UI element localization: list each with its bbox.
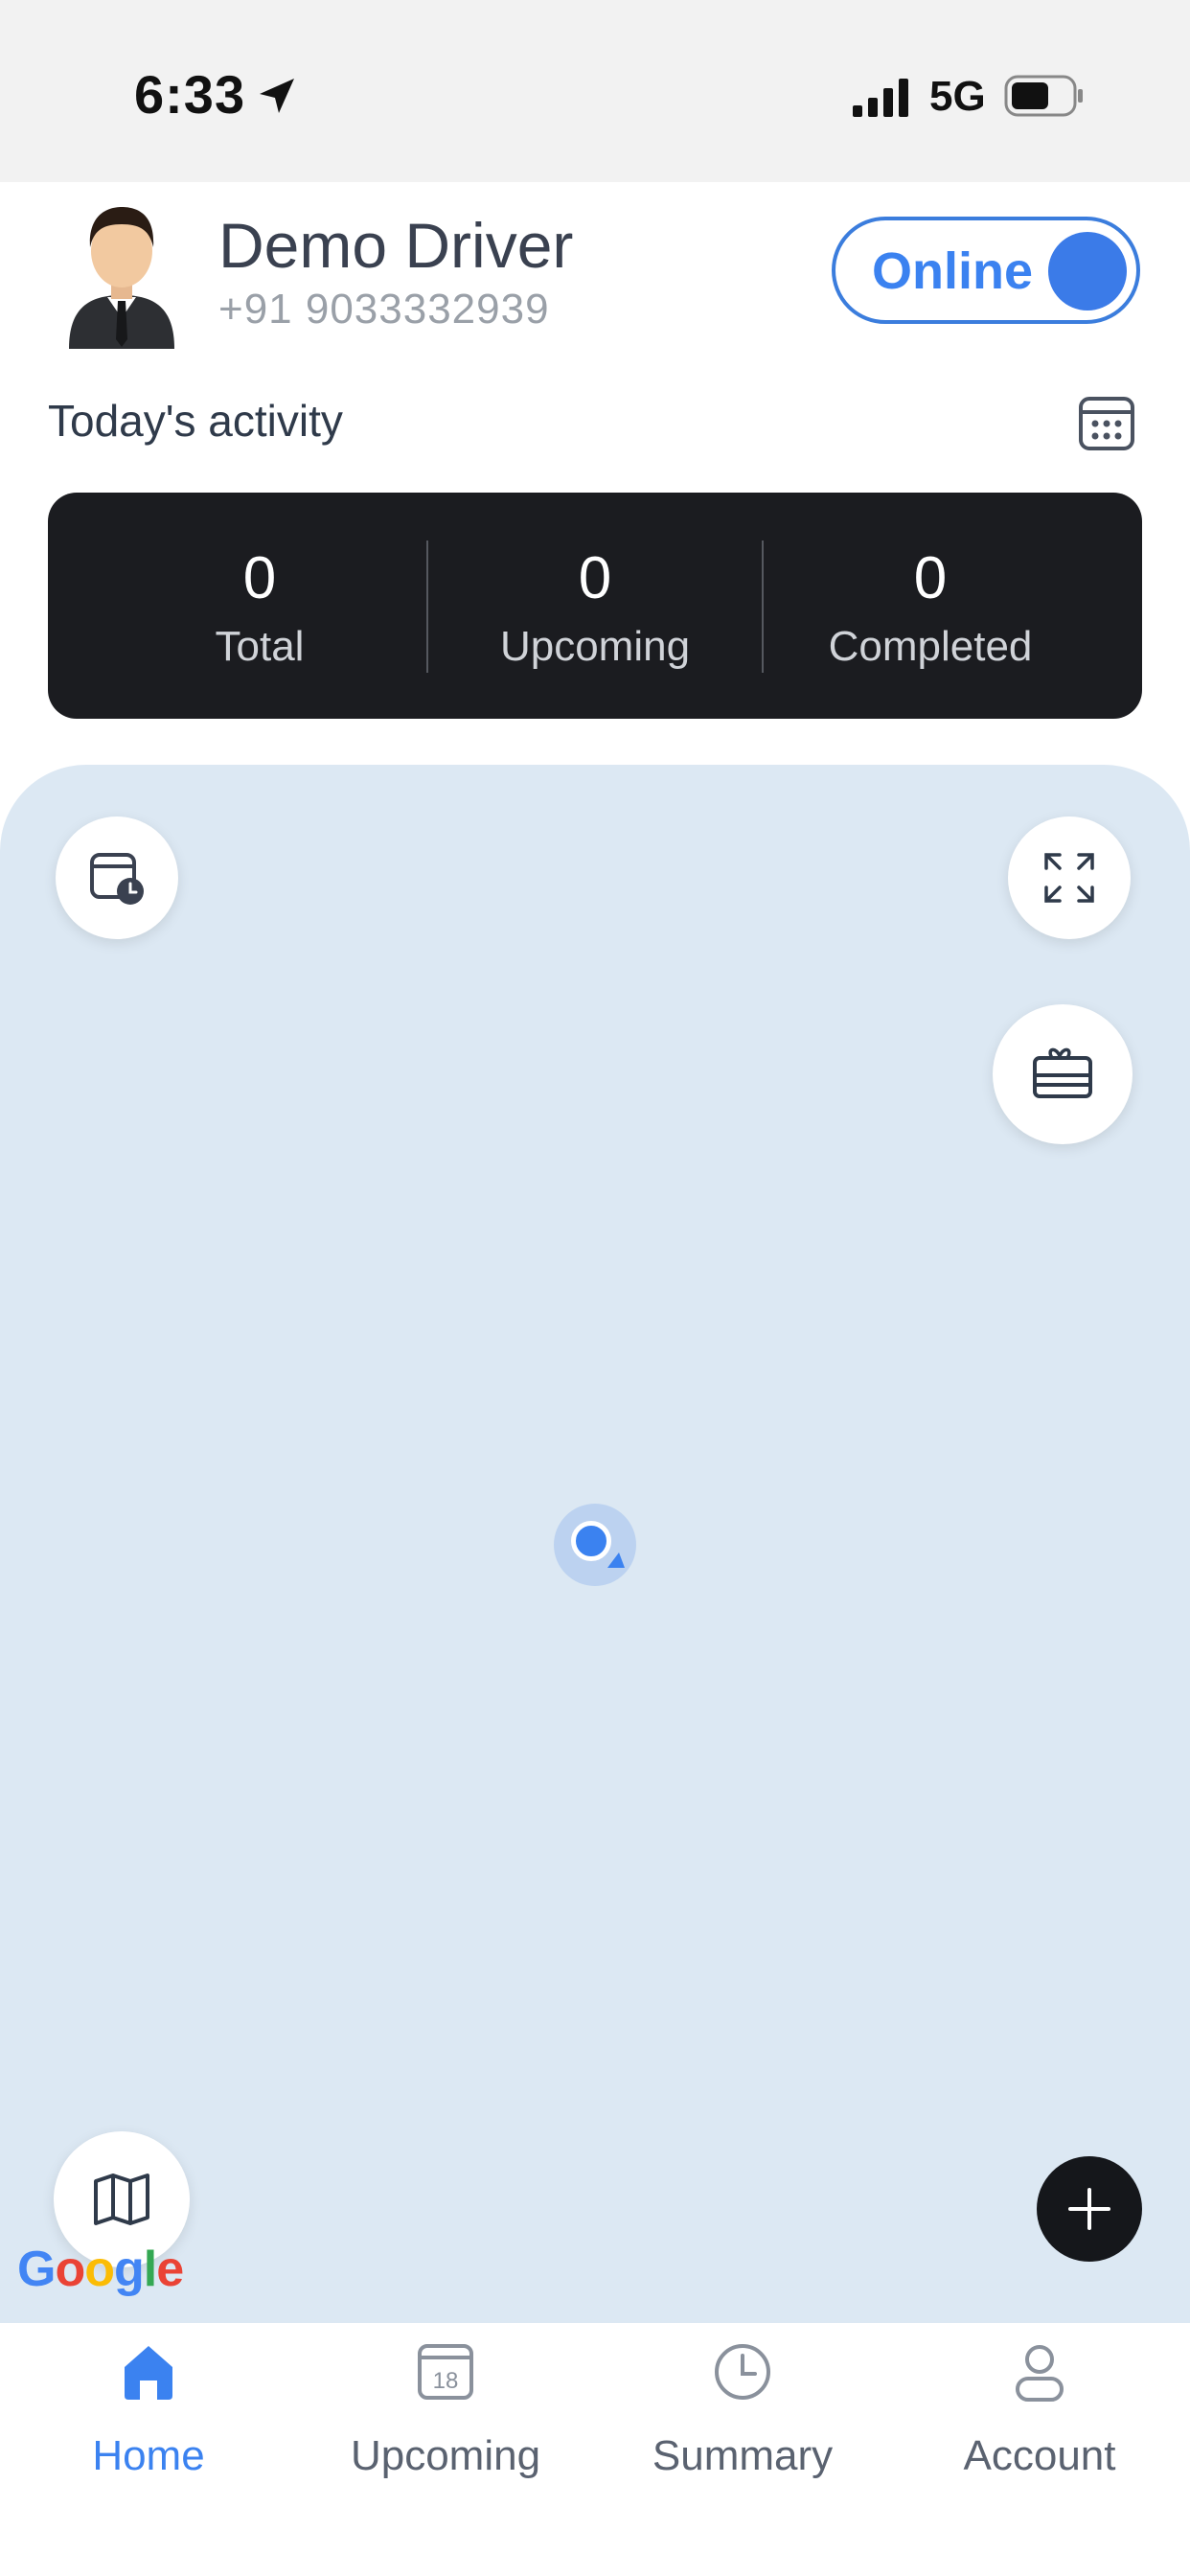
driver-name: Demo Driver [218, 210, 574, 281]
expand-icon [1044, 853, 1094, 903]
nav-account[interactable]: Account [891, 2323, 1188, 2515]
stat-upcoming-value: 0 [578, 545, 612, 611]
status-bar: 6:33 5G [0, 0, 1190, 182]
svg-text:18: 18 [433, 2368, 459, 2394]
online-toggle-label: Online [872, 242, 1034, 300]
driver-phone: +91 9033332939 [218, 286, 550, 333]
activity-stats-card: 0 Total 0 Upcoming 0 Completed [48, 493, 1142, 719]
network-type: 5G [929, 73, 986, 120]
stat-total: 0 Total [92, 493, 427, 719]
activity-title: Today's activity [48, 396, 343, 446]
plus-icon [1068, 2188, 1110, 2230]
stat-total-label: Total [215, 623, 305, 670]
online-toggle[interactable]: Online [832, 217, 1140, 324]
heading-indicator-icon [607, 1552, 625, 1568]
nav-account-label: Account [963, 2432, 1116, 2479]
user-icon [1016, 2345, 1064, 2402]
stat-completed-label: Completed [828, 623, 1033, 670]
gift-card-button[interactable] [993, 1004, 1133, 1144]
gift-card-icon [1033, 1047, 1092, 1098]
stat-total-value: 0 [242, 545, 277, 611]
schedule-button[interactable] [56, 816, 178, 939]
stat-upcoming: 0 Upcoming [427, 493, 763, 719]
bottom-nav: Home 18 Upcoming Summary Account [0, 2323, 1190, 2576]
google-attribution: Google [17, 2242, 184, 2297]
home-icon [125, 2346, 172, 2400]
toggle-knob [1048, 232, 1127, 310]
nav-upcoming[interactable]: 18 Upcoming [297, 2323, 594, 2515]
status-time: 6:33 [134, 64, 246, 125]
calendar-clock-icon [90, 853, 144, 905]
avatar[interactable] [63, 196, 180, 349]
clock-icon [715, 2344, 770, 2400]
battery-icon [1004, 75, 1083, 117]
map-icon [94, 2174, 149, 2225]
calendar-icon: 18 [418, 2344, 473, 2400]
location-arrow-icon [260, 79, 294, 113]
map-view[interactable]: Google [0, 765, 1190, 2323]
stat-completed: 0 Completed [763, 493, 1098, 719]
nav-summary-label: Summary [652, 2432, 834, 2479]
nav-home[interactable]: Home [0, 2323, 297, 2515]
stat-upcoming-label: Upcoming [499, 623, 691, 670]
nav-summary[interactable]: Summary [594, 2323, 891, 2515]
calendar-icon[interactable] [1077, 393, 1136, 452]
add-button[interactable] [1037, 2156, 1142, 2262]
signal-icon [853, 79, 908, 117]
fullscreen-button[interactable] [1008, 816, 1131, 939]
nav-home-label: Home [92, 2432, 205, 2479]
stat-completed-value: 0 [913, 545, 948, 611]
nav-upcoming-label: Upcoming [350, 2432, 541, 2479]
